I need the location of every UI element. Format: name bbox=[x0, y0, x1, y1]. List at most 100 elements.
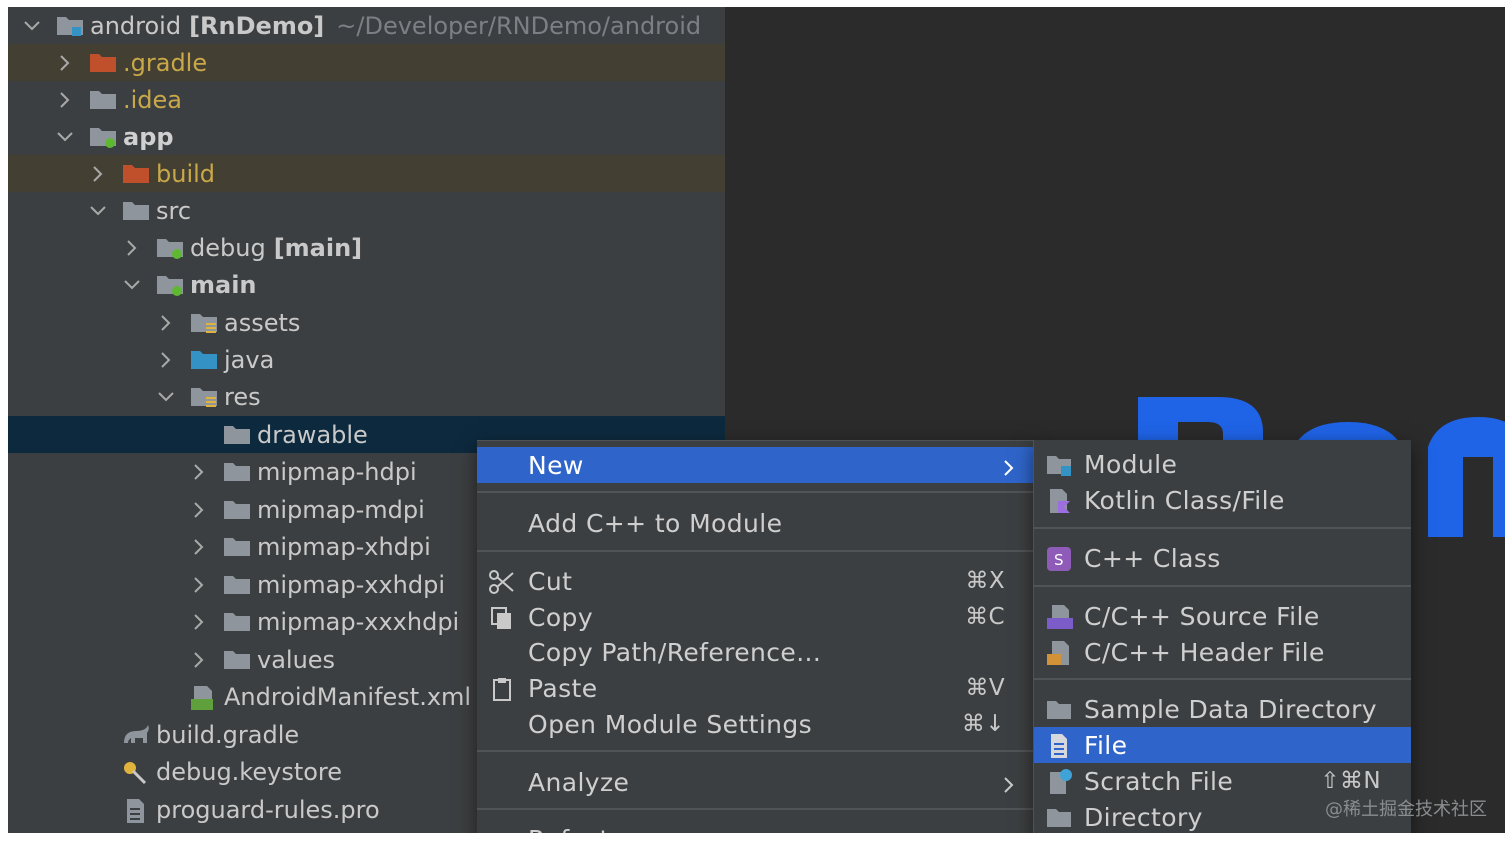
tree-item-label: res bbox=[224, 382, 261, 411]
chevron-right-icon[interactable] bbox=[189, 462, 209, 482]
shortcut-label: ⌘↓ bbox=[961, 711, 1005, 737]
root-name: android bbox=[90, 11, 182, 40]
menu-item-label: Copy bbox=[528, 602, 594, 632]
folder-icon bbox=[223, 573, 251, 597]
source-root-folder-icon bbox=[156, 236, 184, 260]
submenu-item-sample-data[interactable]: Sample Data Directory bbox=[1034, 691, 1411, 727]
folder-icon bbox=[89, 88, 117, 112]
root-module: [RnDemo] bbox=[189, 11, 325, 40]
menu-separator bbox=[477, 808, 1033, 810]
chevron-right-icon bbox=[999, 772, 1019, 793]
chevron-right-icon bbox=[999, 455, 1019, 476]
tree-item-idea[interactable]: .idea bbox=[8, 81, 725, 118]
menu-item-open-module-settings[interactable]: Open Module Settings ⌘↓ bbox=[477, 706, 1033, 742]
submenu-item-cpp-header[interactable]: C/C++ Header File bbox=[1034, 634, 1411, 670]
shortcut-label: ⇧⌘N bbox=[1320, 768, 1381, 794]
tree-item-gradle[interactable]: .gradle bbox=[8, 44, 725, 81]
menu-item-label: Cut bbox=[528, 566, 573, 596]
menu-item-label: Analyze bbox=[528, 767, 630, 797]
menu-item-paste[interactable]: Paste ⌘V bbox=[477, 670, 1033, 706]
menu-item-new[interactable]: New bbox=[477, 447, 1033, 483]
submenu-item-module[interactable]: Module bbox=[1034, 446, 1411, 482]
scratch-file-icon bbox=[1046, 769, 1072, 795]
chevron-down-icon[interactable] bbox=[156, 387, 176, 407]
tree-item-label: assets bbox=[224, 308, 301, 337]
tree-item-res[interactable]: res bbox=[8, 378, 725, 415]
tree-item-label: mipmap-hdpi bbox=[257, 457, 417, 486]
shortcut-label: ⌘X bbox=[965, 568, 1005, 594]
menu-item-label: Open Module Settings bbox=[528, 709, 813, 739]
tree-root[interactable]: android [RnDemo] ~/Developer/RNDemo/andr… bbox=[8, 7, 725, 44]
menu-item-analyze[interactable]: Analyze bbox=[477, 764, 1033, 800]
cpp-class-icon: S bbox=[1046, 546, 1072, 572]
tree-item-java[interactable]: java bbox=[8, 341, 725, 378]
menu-item-label: Refactor bbox=[528, 825, 636, 834]
tree-item-label: mipmap-xxhdpi bbox=[257, 570, 446, 599]
tree-item-debug[interactable]: debug [main] bbox=[8, 229, 725, 266]
tree-item-assets[interactable]: assets bbox=[8, 304, 725, 341]
tree-item-label: mipmap-xhdpi bbox=[257, 532, 431, 561]
menu-item-label: C++ Class bbox=[1084, 543, 1221, 573]
chevron-right-icon[interactable] bbox=[55, 90, 75, 110]
chevron-down-icon[interactable] bbox=[22, 16, 42, 36]
chevron-down-icon[interactable] bbox=[88, 201, 108, 221]
chevron-right-icon[interactable] bbox=[88, 164, 108, 184]
menu-item-add-cpp[interactable]: Add C++ to Module bbox=[477, 505, 1033, 541]
tree-item-label: .gradle bbox=[123, 48, 208, 77]
tree-item-src[interactable]: src bbox=[8, 192, 725, 229]
chevron-right-icon[interactable] bbox=[156, 350, 176, 370]
root-path: ~/Developer/RNDemo/android bbox=[336, 11, 702, 40]
chevron-right-icon[interactable] bbox=[55, 53, 75, 73]
tree-item-app[interactable]: app bbox=[8, 118, 725, 155]
menu-item-label: Add C++ to Module bbox=[528, 508, 783, 538]
tree-item-main[interactable]: main bbox=[8, 266, 725, 303]
menu-item-label: C/C++ Header File bbox=[1084, 637, 1325, 667]
tree-item-build[interactable]: build bbox=[8, 155, 725, 192]
menu-item-refactor[interactable]: Refactor bbox=[477, 821, 1033, 834]
chevron-right-icon[interactable] bbox=[122, 238, 142, 258]
tree-item-label: app bbox=[123, 122, 174, 151]
chevron-right-icon[interactable] bbox=[189, 500, 209, 520]
text-file-icon bbox=[122, 798, 150, 823]
menu-separator bbox=[477, 550, 1033, 552]
shortcut-label: ⌘C bbox=[965, 604, 1005, 630]
gradle-elephant-icon bbox=[122, 723, 150, 747]
menu-item-cut[interactable]: Cut ⌘X bbox=[477, 563, 1033, 599]
menu-item-label: Kotlin Class/File bbox=[1084, 485, 1285, 515]
folder-icon bbox=[1046, 697, 1072, 723]
scissors-icon bbox=[489, 569, 515, 595]
module-folder-icon bbox=[89, 125, 117, 149]
chevron-right-icon[interactable] bbox=[189, 612, 209, 632]
menu-item-label: Sample Data Directory bbox=[1084, 694, 1377, 724]
chevron-down-icon[interactable] bbox=[122, 275, 142, 295]
menu-item-label: Directory bbox=[1084, 802, 1203, 832]
menu-item-copy[interactable]: Copy ⌘C bbox=[477, 599, 1033, 635]
submenu-item-kotlin[interactable]: Kotlin Class/File bbox=[1034, 482, 1411, 518]
chevron-right-icon[interactable] bbox=[189, 575, 209, 595]
chevron-down-icon[interactable] bbox=[55, 127, 75, 147]
submenu-item-cpp-class[interactable]: S C++ Class bbox=[1034, 540, 1411, 576]
shortcut-label: ⌘V bbox=[965, 675, 1005, 701]
chevron-right-icon[interactable] bbox=[189, 537, 209, 557]
tree-item-label: debug.keystore bbox=[156, 757, 343, 786]
menu-item-label: Copy Path/Reference... bbox=[528, 637, 822, 667]
submenu-item-cpp-source[interactable]: C/C++ Source File bbox=[1034, 598, 1411, 634]
menu-item-label: Scratch File bbox=[1084, 766, 1234, 796]
tree-item-label: values bbox=[257, 645, 336, 674]
source-folder-icon bbox=[190, 348, 218, 372]
submenu-item-file[interactable]: File bbox=[1034, 727, 1411, 763]
cpp-source-file-icon bbox=[1046, 604, 1073, 630]
menu-item-copy-path[interactable]: Copy Path/Reference... bbox=[477, 634, 1033, 670]
submenu-item-scratch[interactable]: Scratch File ⇧⌘N bbox=[1034, 763, 1411, 799]
folder-icon bbox=[223, 648, 251, 672]
menu-item-label: Paste bbox=[528, 673, 598, 703]
chevron-right-icon[interactable] bbox=[189, 650, 209, 670]
chevron-right-icon[interactable] bbox=[156, 313, 176, 333]
module-icon bbox=[1046, 452, 1072, 478]
tree-item-label: java bbox=[224, 345, 275, 374]
chevron-right-icon bbox=[999, 829, 1019, 833]
tree-item-label: AndroidManifest.xml bbox=[224, 682, 472, 711]
folder-icon bbox=[223, 460, 251, 484]
tree-item-label: proguard-rules.pro bbox=[156, 795, 380, 824]
cpp-header-file-icon bbox=[1046, 640, 1072, 666]
